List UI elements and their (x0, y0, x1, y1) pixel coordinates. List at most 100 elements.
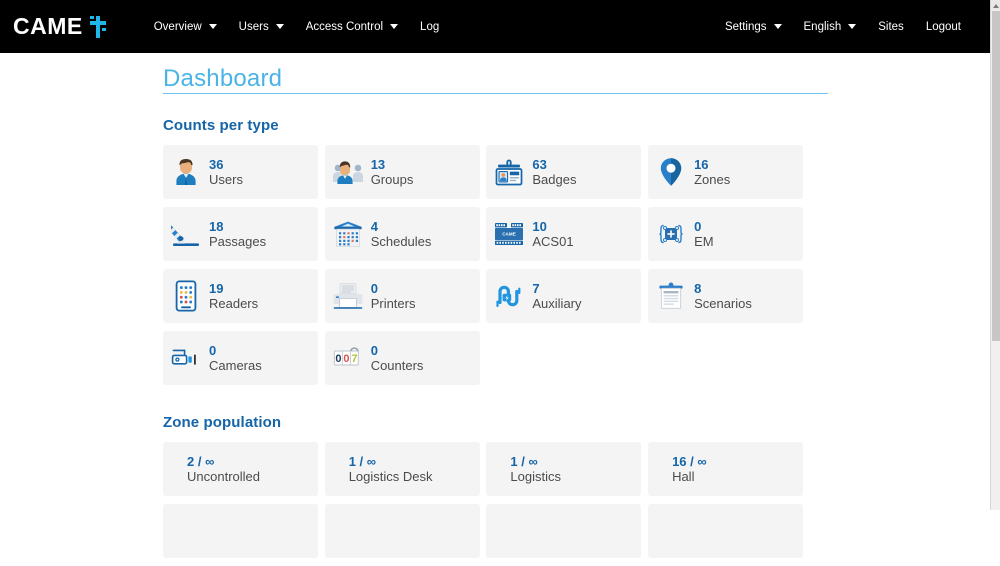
card-text: 8 Scenarios (694, 281, 752, 312)
card-label: Cameras (209, 358, 262, 373)
card-value: 10 (532, 218, 547, 234)
nav-item-settings[interactable]: Settings (714, 0, 793, 53)
primary-nav: Overview Users Access Control Log (143, 0, 451, 53)
svg-text:0: 0 (343, 353, 349, 365)
badge-card-icon (486, 145, 532, 199)
zone-population-card[interactable] (163, 504, 318, 558)
counter-digits-icon: 0 0 7 (325, 331, 371, 385)
chevron-down-icon (275, 24, 284, 29)
zone-population-card[interactable] (324, 504, 480, 558)
keypad-reader-icon (163, 269, 209, 323)
count-card[interactable]: 63 Badges (486, 145, 642, 199)
card-text: 4 Schedules (371, 219, 432, 250)
count-card[interactable]: 36 Users (163, 145, 318, 199)
card-label: Zones (694, 172, 731, 187)
section-heading-counts: Counts per type (163, 117, 279, 134)
count-card[interactable]: 4 Schedules (324, 207, 480, 261)
card-text: 0 Printers (371, 281, 416, 312)
chevron-down-icon (208, 24, 217, 29)
count-card[interactable]: 0 Printers (324, 269, 480, 323)
zone-population-card[interactable]: 16 / ∞ Hall (648, 442, 804, 496)
calendar-icon (325, 207, 371, 261)
title-divider (163, 93, 828, 94)
nav-label-language: English (803, 20, 842, 33)
secondary-nav: Settings English Sites Logout (714, 0, 972, 53)
card-label: Schedules (370, 234, 432, 249)
nav-item-users[interactable]: Users (228, 0, 295, 53)
card-value: 18 (209, 218, 224, 234)
card-value: 7 (532, 280, 540, 296)
count-card[interactable]: 19 Readers (163, 269, 318, 323)
top-navigation-bar: CAME Overview Users Access Control Log S… (0, 0, 990, 53)
svg-text:0: 0 (335, 353, 341, 365)
user-icon (163, 145, 209, 199)
nav-label-access-control: Access Control (305, 20, 384, 33)
card-text: 2 / ∞ Uncontrolled (187, 454, 260, 485)
scrollbar-thumb[interactable] (992, 11, 1000, 341)
card-text: 16 / ∞ Hall (672, 454, 707, 485)
card-value: 0 (370, 342, 378, 358)
nav-item-access-control[interactable]: Access Control (295, 0, 409, 53)
card-value: 0 (370, 280, 378, 296)
count-card[interactable]: 18 Passages (163, 207, 318, 261)
card-text: 63 Badges (532, 157, 576, 188)
count-card[interactable]: 7 Auxiliary (486, 269, 642, 323)
card-text: 1 / ∞ Logistics Desk (349, 454, 433, 485)
card-label: Hall (672, 469, 695, 484)
card-text: 10 ACS01 (532, 219, 573, 250)
card-label: Badges (532, 172, 577, 187)
came-cross-icon (88, 15, 107, 38)
card-label: ACS01 (532, 234, 574, 249)
nav-label-users: Users (238, 20, 269, 33)
zone-population-card[interactable]: 1 / ∞ Logistics Desk (324, 442, 480, 496)
card-text: 36 Users (209, 157, 243, 188)
card-value: 1 / ∞ (348, 453, 377, 469)
count-card[interactable]: CAME 10 ACS01 (486, 207, 642, 261)
scroll-up-arrow-icon[interactable] (991, 0, 1000, 10)
card-value: 4 (370, 218, 378, 234)
card-value: 2 / ∞ (187, 453, 215, 469)
count-card[interactable]: 8 Scenarios (648, 269, 804, 323)
zone-population-card[interactable] (648, 504, 804, 558)
page-title: Dashboard (163, 65, 283, 92)
nav-item-language[interactable]: English (793, 0, 868, 53)
card-label: Logistics Desk (348, 469, 433, 484)
counts-per-type-grid: 36 Users 13 Groups 63 Badges 16 Zones 18… (163, 145, 828, 393)
cctv-camera-icon (163, 331, 209, 385)
card-label: Scenarios (694, 296, 752, 311)
card-value: 19 (209, 280, 224, 296)
card-label: Users (209, 172, 243, 187)
nav-item-overview[interactable]: Overview (143, 0, 228, 53)
card-value: 63 (532, 156, 547, 172)
card-label: Printers (370, 296, 416, 311)
section-heading-zones: Zone population (163, 414, 282, 431)
nav-item-sites[interactable]: Sites (867, 0, 915, 53)
nav-label-log: Log (420, 20, 440, 33)
card-value: 16 (694, 156, 709, 172)
count-card[interactable]: 13 Groups (324, 145, 480, 199)
card-label: Logistics (510, 469, 561, 484)
users-group-icon (325, 145, 371, 199)
count-card[interactable]: 0 Cameras (163, 331, 318, 385)
count-card[interactable]: 16 Zones (648, 145, 804, 199)
came-logo[interactable]: CAME (13, 15, 107, 38)
card-value: 0 (209, 342, 217, 358)
page-scrollbar[interactable] (990, 0, 1000, 510)
nav-label-settings: Settings (724, 20, 767, 33)
zone-population-card[interactable]: 1 / ∞ Logistics (486, 442, 642, 496)
card-value: 36 (209, 156, 224, 172)
card-text: 16 Zones (694, 157, 730, 188)
zone-population-card[interactable]: 2 / ∞ Uncontrolled (163, 442, 318, 496)
count-card[interactable]: 0 0 7 0 Counters (324, 331, 480, 385)
card-value: 16 / ∞ (672, 453, 707, 469)
nav-item-log[interactable]: Log (409, 0, 450, 53)
chevron-down-icon (848, 24, 857, 29)
card-text: 0 Cameras (209, 343, 262, 374)
svg-text:7: 7 (351, 353, 357, 365)
clipboard-icon (648, 269, 694, 323)
map-pin-icon (648, 145, 694, 199)
zone-population-card[interactable] (486, 504, 642, 558)
count-card[interactable]: 0 EM (648, 207, 804, 261)
nav-item-logout[interactable]: Logout (915, 0, 972, 53)
brand-name: CAME (13, 13, 83, 39)
